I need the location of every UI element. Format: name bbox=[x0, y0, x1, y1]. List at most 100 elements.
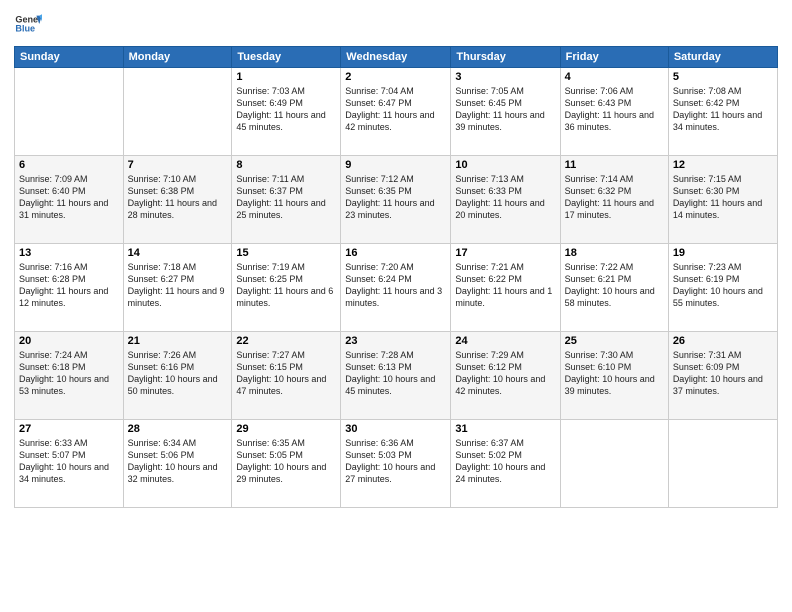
day-number: 6 bbox=[19, 159, 119, 171]
calendar-cell bbox=[668, 420, 777, 508]
day-info: Sunrise: 7:14 AM Sunset: 6:32 PM Dayligh… bbox=[565, 173, 664, 222]
calendar-table: SundayMondayTuesdayWednesdayThursdayFrid… bbox=[14, 46, 778, 508]
col-header-wednesday: Wednesday bbox=[341, 47, 451, 68]
calendar-week-4: 20 Sunrise: 7:24 AM Sunset: 6:18 PM Dayli… bbox=[15, 332, 778, 420]
calendar-cell: 22Sunrise: 7:27 AM Sunset: 6:15 PM Dayli… bbox=[232, 332, 341, 420]
day-info: Sunrise: 7:30 AM Sunset: 6:10 PM Dayligh… bbox=[565, 349, 664, 398]
day-number: 5 bbox=[673, 71, 773, 83]
day-info: Sunrise: 7:21 AM Sunset: 6:22 PM Dayligh… bbox=[455, 261, 555, 310]
calendar-cell bbox=[123, 68, 232, 156]
day-info: Sunrise: 7:18 AM Sunset: 6:27 PM Dayligh… bbox=[128, 261, 228, 310]
calendar-cell: 20 Sunrise: 7:24 AM Sunset: 6:18 PM Dayli… bbox=[15, 332, 124, 420]
calendar-cell: 6 Sunrise: 7:09 AM Sunset: 6:40 PM Daylig… bbox=[15, 156, 124, 244]
day-number: 2 bbox=[345, 71, 446, 83]
day-number: 16 bbox=[345, 247, 446, 259]
day-number: 31 bbox=[455, 423, 555, 435]
calendar-cell: 21 Sunrise: 7:26 AM Sunset: 6:16 PM Dayli… bbox=[123, 332, 232, 420]
day-number: 28 bbox=[128, 423, 228, 435]
calendar-cell: 26Sunrise: 7:31 AM Sunset: 6:09 PM Dayli… bbox=[668, 332, 777, 420]
day-info: Sunrise: 7:06 AM Sunset: 6:43 PM Dayligh… bbox=[565, 85, 664, 134]
day-number: 13 bbox=[19, 247, 119, 259]
logo: General Blue bbox=[14, 10, 26, 38]
day-info: Sunrise: 7:15 AM Sunset: 6:30 PM Dayligh… bbox=[673, 173, 773, 222]
day-number: 27 bbox=[19, 423, 119, 435]
day-number: 30 bbox=[345, 423, 446, 435]
day-info: Sunrise: 7:11 AM Sunset: 6:37 PM Dayligh… bbox=[236, 173, 336, 222]
day-number: 1 bbox=[236, 71, 336, 83]
col-header-friday: Friday bbox=[560, 47, 668, 68]
calendar-cell: 31 Sunrise: 6:37 AM Sunset: 5:02 PM Dayli… bbox=[451, 420, 560, 508]
day-info: Sunrise: 7:29 AM Sunset: 6:12 PM Dayligh… bbox=[455, 349, 555, 398]
calendar-cell: 19 Sunrise: 7:23 AM Sunset: 6:19 PM Dayli… bbox=[668, 244, 777, 332]
calendar-cell: 5 Sunrise: 7:08 AM Sunset: 6:42 PM Daylig… bbox=[668, 68, 777, 156]
day-info: Sunrise: 7:09 AM Sunset: 6:40 PM Dayligh… bbox=[19, 173, 119, 222]
day-number: 15 bbox=[236, 247, 336, 259]
calendar-cell bbox=[560, 420, 668, 508]
day-number: 12 bbox=[673, 159, 773, 171]
calendar-cell: 4 Sunrise: 7:06 AM Sunset: 6:43 PM Daylig… bbox=[560, 68, 668, 156]
day-info: Sunrise: 7:26 AM Sunset: 6:16 PM Dayligh… bbox=[128, 349, 228, 398]
calendar-cell: 3Sunrise: 7:05 AM Sunset: 6:45 PM Daylig… bbox=[451, 68, 560, 156]
day-info: Sunrise: 7:13 AM Sunset: 6:33 PM Dayligh… bbox=[455, 173, 555, 222]
calendar-cell bbox=[15, 68, 124, 156]
day-info: Sunrise: 7:19 AM Sunset: 6:25 PM Dayligh… bbox=[236, 261, 336, 310]
calendar-cell: 8 Sunrise: 7:11 AM Sunset: 6:37 PM Daylig… bbox=[232, 156, 341, 244]
day-number: 20 bbox=[19, 335, 119, 347]
day-number: 11 bbox=[565, 159, 664, 171]
calendar-cell: 30 Sunrise: 6:36 AM Sunset: 5:03 PM Dayli… bbox=[341, 420, 451, 508]
day-number: 10 bbox=[455, 159, 555, 171]
day-info: Sunrise: 6:37 AM Sunset: 5:02 PM Dayligh… bbox=[455, 437, 555, 486]
col-header-tuesday: Tuesday bbox=[232, 47, 341, 68]
day-info: Sunrise: 7:04 AM Sunset: 6:47 PM Dayligh… bbox=[345, 85, 446, 134]
svg-text:Blue: Blue bbox=[15, 24, 35, 34]
calendar-cell: 24 Sunrise: 7:29 AM Sunset: 6:12 PM Dayli… bbox=[451, 332, 560, 420]
calendar-cell: 9Sunrise: 7:12 AM Sunset: 6:35 PM Daylig… bbox=[341, 156, 451, 244]
calendar-cell: 15 Sunrise: 7:19 AM Sunset: 6:25 PM Dayli… bbox=[232, 244, 341, 332]
calendar-week-3: 13 Sunrise: 7:16 AM Sunset: 6:28 PM Dayli… bbox=[15, 244, 778, 332]
day-info: Sunrise: 7:20 AM Sunset: 6:24 PM Dayligh… bbox=[345, 261, 446, 310]
day-info: Sunrise: 7:24 AM Sunset: 6:18 PM Dayligh… bbox=[19, 349, 119, 398]
calendar-cell: 12 Sunrise: 7:15 AM Sunset: 6:30 PM Dayli… bbox=[668, 156, 777, 244]
col-header-saturday: Saturday bbox=[668, 47, 777, 68]
day-info: Sunrise: 6:34 AM Sunset: 5:06 PM Dayligh… bbox=[128, 437, 228, 486]
day-info: Sunrise: 7:10 AM Sunset: 6:38 PM Dayligh… bbox=[128, 173, 228, 222]
day-number: 19 bbox=[673, 247, 773, 259]
col-header-monday: Monday bbox=[123, 47, 232, 68]
day-number: 14 bbox=[128, 247, 228, 259]
day-number: 21 bbox=[128, 335, 228, 347]
day-info: Sunrise: 7:16 AM Sunset: 6:28 PM Dayligh… bbox=[19, 261, 119, 310]
day-number: 3 bbox=[455, 71, 555, 83]
header: General Blue bbox=[14, 10, 778, 38]
day-info: Sunrise: 7:23 AM Sunset: 6:19 PM Dayligh… bbox=[673, 261, 773, 310]
day-info: Sunrise: 6:35 AM Sunset: 5:05 PM Dayligh… bbox=[236, 437, 336, 486]
day-info: Sunrise: 7:31 AM Sunset: 6:09 PM Dayligh… bbox=[673, 349, 773, 398]
day-number: 8 bbox=[236, 159, 336, 171]
calendar-cell: 1 Sunrise: 7:03 AM Sunset: 6:49 PM Daylig… bbox=[232, 68, 341, 156]
day-info: Sunrise: 6:36 AM Sunset: 5:03 PM Dayligh… bbox=[345, 437, 446, 486]
calendar-cell: 28 Sunrise: 6:34 AM Sunset: 5:06 PM Dayli… bbox=[123, 420, 232, 508]
calendar-cell: 16 Sunrise: 7:20 AM Sunset: 6:24 PM Dayli… bbox=[341, 244, 451, 332]
day-number: 25 bbox=[565, 335, 664, 347]
calendar-cell: 11 Sunrise: 7:14 AM Sunset: 6:32 PM Dayli… bbox=[560, 156, 668, 244]
day-info: Sunrise: 7:12 AM Sunset: 6:35 PM Dayligh… bbox=[345, 173, 446, 222]
calendar-cell: 18Sunrise: 7:22 AM Sunset: 6:21 PM Dayli… bbox=[560, 244, 668, 332]
logo-icon: General Blue bbox=[14, 10, 42, 38]
col-header-thursday: Thursday bbox=[451, 47, 560, 68]
calendar-header-row: SundayMondayTuesdayWednesdayThursdayFrid… bbox=[15, 47, 778, 68]
calendar-cell: 2 Sunrise: 7:04 AM Sunset: 6:47 PM Daylig… bbox=[341, 68, 451, 156]
day-number: 17 bbox=[455, 247, 555, 259]
day-number: 24 bbox=[455, 335, 555, 347]
page: General Blue SundayMondayTuesdayWednesda… bbox=[0, 0, 792, 612]
calendar-week-5: 27 Sunrise: 6:33 AM Sunset: 5:07 PM Dayli… bbox=[15, 420, 778, 508]
calendar-cell: 7Sunrise: 7:10 AM Sunset: 6:38 PM Daylig… bbox=[123, 156, 232, 244]
day-info: Sunrise: 6:33 AM Sunset: 5:07 PM Dayligh… bbox=[19, 437, 119, 486]
day-info: Sunrise: 7:03 AM Sunset: 6:49 PM Dayligh… bbox=[236, 85, 336, 134]
day-number: 29 bbox=[236, 423, 336, 435]
calendar-week-1: 1 Sunrise: 7:03 AM Sunset: 6:49 PM Daylig… bbox=[15, 68, 778, 156]
day-number: 4 bbox=[565, 71, 664, 83]
day-info: Sunrise: 7:08 AM Sunset: 6:42 PM Dayligh… bbox=[673, 85, 773, 134]
calendar-cell: 29 Sunrise: 6:35 AM Sunset: 5:05 PM Dayli… bbox=[232, 420, 341, 508]
day-info: Sunrise: 7:27 AM Sunset: 6:15 PM Dayligh… bbox=[236, 349, 336, 398]
calendar-cell: 14 Sunrise: 7:18 AM Sunset: 6:27 PM Dayli… bbox=[123, 244, 232, 332]
calendar-cell: 27 Sunrise: 6:33 AM Sunset: 5:07 PM Dayli… bbox=[15, 420, 124, 508]
